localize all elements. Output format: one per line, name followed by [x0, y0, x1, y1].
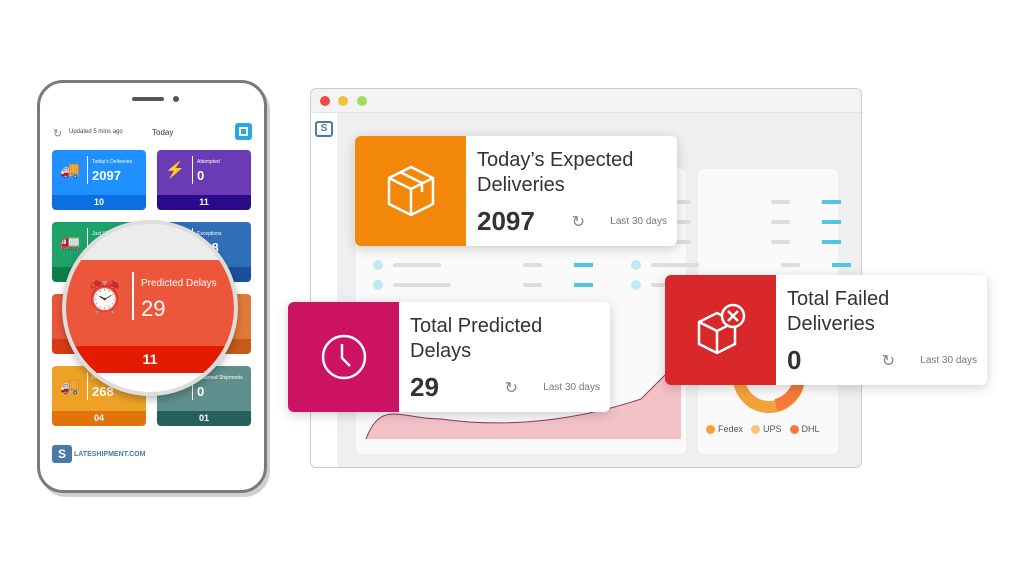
card-value: 0	[787, 345, 802, 375]
tile-footer: 01	[157, 411, 251, 426]
alarm-icon: ⏰	[86, 281, 124, 314]
phone-camera	[173, 96, 179, 102]
card-period: Last 30 days	[543, 382, 600, 393]
card-period: Last 30 days	[610, 216, 667, 227]
card-title: Delays	[410, 340, 472, 362]
card-value: 29	[410, 372, 439, 402]
tile-label: Today's Deliveries	[92, 159, 133, 165]
refresh-icon[interactable]: ↻	[505, 378, 518, 398]
package-failed-icon	[665, 275, 776, 385]
table-row	[631, 260, 851, 270]
card-title: Total Failed	[787, 288, 890, 310]
card-expected-deliveries[interactable]: Today’s Expected Deliveries 2097 ↻ Last 3…	[355, 136, 677, 246]
tile-value: 29	[141, 296, 166, 321]
card-title: Deliveries	[787, 313, 875, 335]
status-tile[interactable]: 🚚 Today's Deliveries 2097 10	[52, 150, 146, 210]
tile-value: 2097	[92, 168, 121, 183]
truck-fast-icon: 🚚	[60, 162, 80, 179]
package-icon	[355, 136, 466, 246]
card-title: Deliveries	[477, 174, 565, 196]
minimize-button[interactable]	[338, 96, 348, 106]
chart-legend: Fedex UPS DHL	[706, 424, 820, 434]
tile-value: 0	[197, 168, 205, 183]
tile-label: Attempted	[197, 159, 220, 165]
logo-icon: S	[52, 445, 72, 463]
card-predicted-delays[interactable]: Total Predicted Delays 29 ↻ Last 30 days	[288, 302, 610, 412]
title-bar	[311, 89, 861, 113]
maximize-button[interactable]	[357, 96, 367, 106]
clock-icon	[288, 302, 399, 412]
tile-value: 0	[197, 384, 205, 399]
bolt-icon: ⚡	[165, 162, 185, 179]
card-period: Last 30 days	[920, 355, 977, 366]
refresh-icon[interactable]: ↻	[53, 127, 62, 140]
tile-footer: 04	[52, 411, 146, 426]
logo-icon: S	[315, 121, 333, 137]
card-title: Today’s Expected	[477, 149, 634, 171]
close-button[interactable]	[320, 96, 330, 106]
tile-footer: 11	[66, 346, 234, 373]
legend-item-dhl: DHL	[789, 424, 820, 434]
tile-label: Predicted Delays	[141, 278, 217, 289]
card-failed-deliveries[interactable]: Total Failed Deliveries 0 ↻ Last 30 days	[665, 275, 987, 385]
phone-speaker	[132, 97, 164, 101]
tile-footer: 10	[52, 195, 146, 210]
status-tile[interactable]: ⚡ Attempted 0 11	[157, 150, 251, 210]
card-value: 2097	[477, 206, 535, 236]
card-title: Total Predicted	[410, 315, 543, 337]
legend-item-ups: UPS	[751, 424, 782, 434]
predicted-delays-tile[interactable]: ⏰ Predicted Delays 29	[66, 260, 234, 346]
table-row	[373, 260, 593, 270]
table-row	[373, 280, 593, 290]
logo-text: LATESHIPMENT.COM	[74, 451, 146, 458]
calendar-icon[interactable]	[235, 123, 252, 140]
legend-item-fedex: Fedex	[706, 424, 743, 434]
updated-text: Updated 5 mins ago	[69, 129, 123, 135]
today-label: Today	[152, 128, 174, 137]
tile-footer: 11	[157, 195, 251, 210]
sidebar: S	[311, 113, 337, 467]
magnifier: ⏰ Predicted Delays 29 11	[62, 220, 238, 396]
refresh-icon[interactable]: ↻	[572, 212, 585, 232]
refresh-icon[interactable]: ↻	[882, 351, 895, 371]
truck-clock-icon: 🚚	[60, 378, 80, 395]
